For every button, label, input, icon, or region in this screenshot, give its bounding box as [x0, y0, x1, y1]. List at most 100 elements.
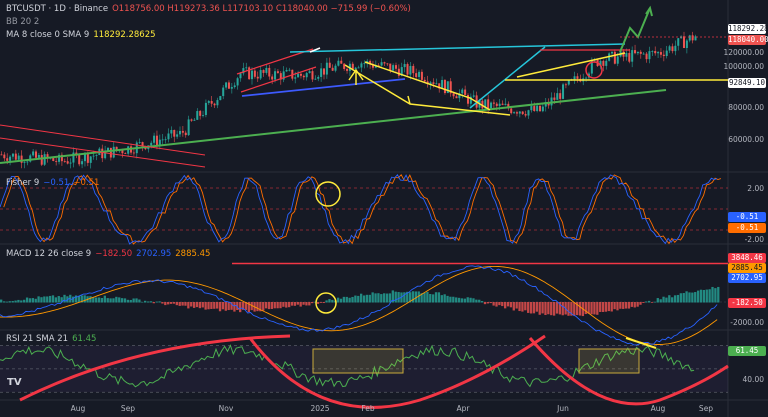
macd-histogram-bar: [103, 295, 106, 303]
fisher-value-2: −0.51: [73, 178, 100, 188]
macd-histogram-bar: [624, 302, 628, 309]
macd-histogram-bar: [5, 301, 9, 303]
symbol-title[interactable]: BTCUSDT · 1D · Binance: [6, 4, 108, 14]
macd-histogram-bar: [311, 302, 314, 304]
candle-body: [461, 89, 464, 94]
candle-body: [464, 89, 467, 95]
macd-histogram-bar: [290, 302, 294, 306]
macd-histogram-bar: [37, 296, 40, 303]
candle-body: [420, 71, 423, 80]
candle-body: [605, 60, 608, 66]
candle-body: [92, 155, 95, 157]
candle-body: [636, 51, 639, 54]
candle-body: [441, 80, 444, 89]
candle-body: [23, 162, 26, 164]
macd-histogram-bar: [164, 302, 167, 306]
macd-histogram-bar: [46, 296, 49, 303]
macd-histogram-bar: [273, 302, 276, 309]
macd-histogram-bar: [115, 296, 118, 303]
macd-histogram-bar: [377, 293, 380, 303]
candle-body: [167, 133, 170, 140]
candle-body: [236, 78, 239, 86]
yellow-circle-fisher: [315, 181, 341, 207]
candle-body: [161, 139, 164, 141]
candle-body: [37, 155, 40, 158]
chart-canvas[interactable]: [0, 0, 768, 417]
macd-hist-value: −182.50: [95, 249, 133, 259]
candle-body: [317, 76, 320, 79]
macd-histogram-bar: [149, 301, 153, 303]
candle-body: [553, 97, 556, 100]
macd-histogram-bar: [532, 302, 536, 314]
time-tick-aug: Aug: [70, 404, 86, 413]
macd-histogram-bar: [132, 298, 135, 303]
candle-body: [443, 80, 446, 94]
macd-histogram-bar: [455, 297, 458, 303]
candle-body: [288, 69, 291, 71]
time-tick-sep-2025: Sep: [698, 404, 714, 413]
macd-histogram-bar: [717, 286, 720, 303]
candle-body: [268, 67, 271, 77]
candle-body: [11, 153, 14, 157]
time-tick-aug-2025: Aug: [650, 404, 666, 413]
macd-histogram-bar: [192, 302, 196, 308]
candle-body: [527, 110, 530, 116]
macd-histogram-bar: [495, 302, 498, 307]
tradingview-logo-icon[interactable]: TV: [7, 377, 22, 388]
descending-channel-bottom: [0, 137, 206, 168]
price-tick-60k: 60000.00: [728, 135, 764, 144]
macd-histogram-bar: [207, 302, 210, 310]
time-tick-nov: Nov: [218, 404, 234, 413]
macd-histogram-bar: [619, 302, 622, 309]
macd-histogram-bar: [216, 302, 219, 309]
candle-body: [14, 153, 17, 160]
macd-histogram-bar: [711, 286, 714, 303]
fisher-legend[interactable]: Fisher 9 −0.51 −0.51: [6, 178, 99, 188]
macd-histogram-bar: [682, 293, 685, 303]
candle-body: [43, 154, 46, 165]
macd-histogram-bar: [198, 302, 202, 309]
macd-legend[interactable]: MACD 12 26 close 9 −182.50 2702.95 2885.…: [6, 249, 210, 259]
ma-legend[interactable]: MA 8 close 0 SMA 9 118292.28625: [6, 30, 156, 40]
macd-histogram-bar: [403, 292, 406, 303]
candle-body: [178, 130, 182, 135]
candle-body: [245, 67, 248, 69]
macd-histogram-bar: [676, 294, 680, 303]
candle-body: [340, 60, 343, 64]
candle-body: [285, 70, 288, 72]
macd-histogram-bar: [293, 302, 297, 306]
candle-body: [297, 73, 300, 78]
rsi-legend[interactable]: RSI 21 SMA 21 61.45: [6, 334, 96, 344]
macd-histogram-bar: [653, 301, 657, 303]
macd-histogram-bar: [175, 302, 178, 306]
macd-histogram-bar: [296, 302, 299, 305]
candle-body: [392, 65, 395, 71]
candle-body: [409, 65, 412, 75]
macd-histogram-bar: [552, 302, 556, 316]
candle-body: [314, 78, 317, 80]
macd-histogram-bar: [449, 296, 452, 303]
macd-histogram-bar: [515, 302, 518, 309]
candle-body: [556, 93, 559, 100]
macd-histogram-bar: [434, 292, 438, 303]
candle-body: [665, 50, 668, 57]
macd-histogram-bar: [288, 302, 291, 308]
macd-histogram-bar: [535, 302, 538, 312]
candle-body: [418, 71, 421, 77]
macd-histogram-bar: [112, 298, 115, 303]
macd-histogram-bar: [685, 291, 688, 303]
candle-body: [602, 60, 605, 66]
macd-histogram-bar: [587, 302, 590, 314]
macd-histogram-bar: [11, 301, 14, 303]
candle-body: [320, 68, 323, 77]
candle-body: [202, 114, 205, 116]
candle-body: [530, 106, 533, 111]
blue-support-line: [241, 78, 406, 97]
macd-histogram-bar: [380, 294, 383, 303]
bb-legend[interactable]: BB 20 2: [6, 17, 39, 27]
macd-histogram-bar: [299, 302, 302, 307]
candle-body: [685, 40, 688, 48]
macd-tag-level: 3848.46: [728, 253, 766, 263]
candle-body: [668, 46, 671, 51]
macd-histogram-bar: [610, 302, 613, 312]
